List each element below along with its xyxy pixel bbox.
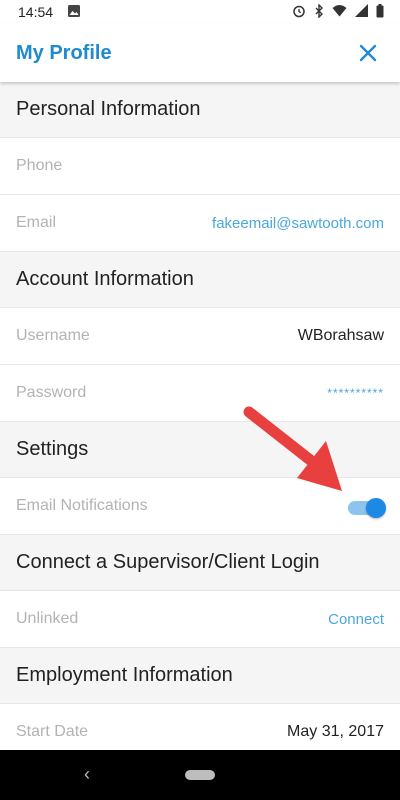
app-bar: My Profile xyxy=(0,24,400,82)
section-header-connect: Connect a Supervisor/Client Login xyxy=(0,535,400,591)
section-header-settings: Settings xyxy=(0,422,400,478)
email-value[interactable]: fakeemail@sawtooth.com xyxy=(212,215,384,232)
image-icon xyxy=(67,4,81,21)
start-date-value: May 31, 2017 xyxy=(287,723,384,740)
email-row[interactable]: Email fakeemail@sawtooth.com xyxy=(0,195,400,252)
status-time: 14:54 xyxy=(18,4,54,20)
alarm-icon xyxy=(292,4,306,21)
password-value[interactable]: ********** xyxy=(327,386,384,400)
status-bar: 14:54 xyxy=(0,0,400,24)
navigation-bar: ‹ xyxy=(0,750,400,800)
supervisor-link-row[interactable]: Unlinked Connect xyxy=(0,591,400,648)
link-status-label: Unlinked xyxy=(16,610,79,627)
email-notifications-toggle[interactable] xyxy=(346,496,386,518)
battery-icon xyxy=(376,3,384,21)
password-row[interactable]: Password ********** xyxy=(0,365,400,422)
username-value: WBorahsaw xyxy=(297,327,384,344)
email-notifications-label: Email Notifications xyxy=(16,497,148,514)
email-notifications-row[interactable]: Email Notifications xyxy=(0,478,400,535)
username-row[interactable]: Username WBorahsaw xyxy=(0,308,400,365)
phone-row[interactable]: Phone xyxy=(0,138,400,195)
start-date-row[interactable]: Start Date May 31, 2017 xyxy=(0,704,400,750)
start-date-label: Start Date xyxy=(16,723,89,740)
password-label: Password xyxy=(16,384,87,401)
page-title: My Profile xyxy=(16,41,112,64)
phone-label: Phone xyxy=(16,157,63,174)
close-icon xyxy=(359,44,377,62)
username-label: Username xyxy=(16,327,90,344)
profile-content[interactable]: Personal Information Phone Email fakeema… xyxy=(0,82,400,750)
bluetooth-icon xyxy=(314,2,324,21)
connect-button[interactable]: Connect xyxy=(328,611,384,628)
section-header-account: Account Information xyxy=(0,252,400,308)
wifi-icon xyxy=(332,4,347,20)
toggle-thumb xyxy=(366,498,386,518)
signal-icon xyxy=(355,4,368,20)
close-button[interactable] xyxy=(356,41,380,65)
section-header-personal: Personal Information xyxy=(0,82,400,138)
back-icon[interactable]: ‹ xyxy=(84,764,90,785)
home-pill-icon[interactable] xyxy=(185,770,215,780)
email-label: Email xyxy=(16,214,57,231)
section-header-employment: Employment Information xyxy=(0,648,400,704)
